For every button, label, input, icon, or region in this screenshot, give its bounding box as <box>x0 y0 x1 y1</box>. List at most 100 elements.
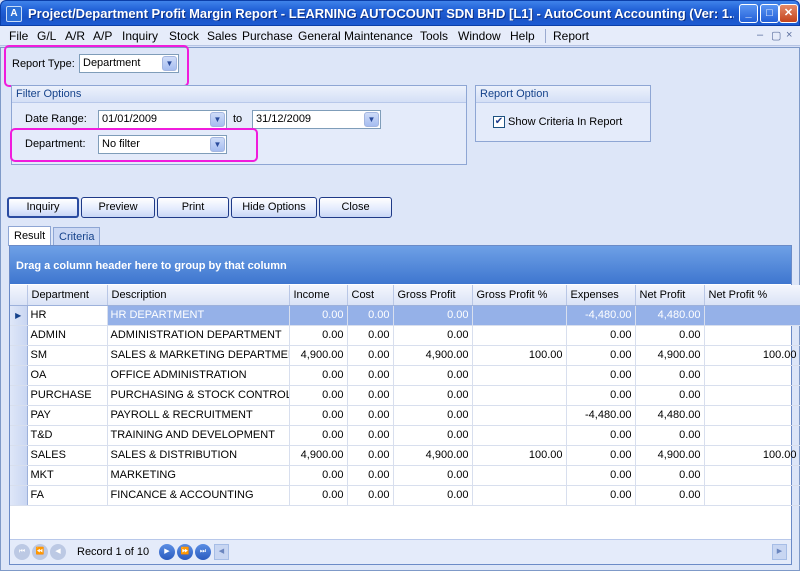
date-from-field[interactable]: 01/01/2009 ▼ <box>98 110 227 129</box>
table-cell[interactable]: PURCHASE <box>27 385 108 406</box>
chevron-down-icon[interactable]: ▼ <box>210 137 225 152</box>
table-cell[interactable]: 0.00 <box>566 345 636 366</box>
column-header-cost[interactable]: Cost <box>347 285 394 306</box>
table-cell[interactable]: 4,480.00 <box>635 405 705 426</box>
table-cell[interactable]: FINCANCE & ACCOUNTING <box>107 485 290 506</box>
department-filter-combo[interactable]: No filter ▼ <box>98 135 227 154</box>
table-cell[interactable]: MARKETING <box>107 465 290 486</box>
menu-window[interactable]: Window <box>458 29 501 43</box>
chevron-down-icon[interactable]: ▼ <box>162 56 177 71</box>
inquiry-button[interactable]: Inquiry <box>7 197 79 218</box>
table-cell[interactable] <box>472 405 567 426</box>
table-row[interactable]: ADMIN ADMINISTRATION DEPARTMENT 0.00 0.0… <box>10 325 800 346</box>
date-to-field[interactable]: 31/12/2009 ▼ <box>252 110 381 129</box>
table-cell[interactable]: MKT <box>27 465 108 486</box>
show-criteria-checkbox[interactable]: ✔ <box>493 116 505 128</box>
title-bar[interactable]: A Project/Department Profit Margin Repor… <box>0 0 800 26</box>
preview-button[interactable]: Preview <box>81 197 155 218</box>
table-cell[interactable]: 0.00 <box>566 445 636 466</box>
table-row[interactable]: FA FINCANCE & ACCOUNTING 0.00 0.00 0.00 … <box>10 485 800 506</box>
menu-tools[interactable]: Tools <box>420 29 448 43</box>
table-cell[interactable]: 100.00 <box>472 345 567 366</box>
table-cell[interactable]: 0.00 <box>635 365 705 386</box>
table-cell[interactable]: 0.00 <box>566 485 636 506</box>
table-row[interactable]: PAY PAYROLL & RECRUITMENT 0.00 0.00 0.00… <box>10 405 800 426</box>
menu-general-maintenance[interactable]: General Maintenance <box>298 29 413 43</box>
next-record-icon[interactable]: ▶ <box>159 544 175 560</box>
table-cell[interactable]: 4,900.00 <box>393 445 473 466</box>
table-cell[interactable]: PAY <box>27 405 108 426</box>
scroll-right-icon[interactable]: ▶ <box>772 544 787 560</box>
table-row[interactable]: T&D TRAINING AND DEVELOPMENT 0.00 0.00 0… <box>10 425 800 446</box>
table-cell[interactable]: 0.00 <box>393 425 473 446</box>
table-cell[interactable]: 0.00 <box>347 385 394 406</box>
table-cell[interactable]: 0.00 <box>347 325 394 346</box>
table-cell[interactable]: 0.00 <box>566 365 636 386</box>
menu-purchase[interactable]: Purchase <box>242 29 293 43</box>
table-cell[interactable]: 0.00 <box>393 325 473 346</box>
table-cell[interactable]: 0.00 <box>347 365 394 386</box>
table-cell[interactable]: 0.00 <box>347 425 394 446</box>
column-header-department[interactable]: Department <box>27 285 108 306</box>
table-cell[interactable] <box>472 325 567 346</box>
table-cell[interactable]: 0.00 <box>566 385 636 406</box>
last-record-icon[interactable]: ⏭ <box>195 544 211 560</box>
table-cell[interactable]: HR DEPARTMENT <box>107 305 290 326</box>
table-cell[interactable]: 4,900.00 <box>289 445 348 466</box>
table-cell[interactable]: 0.00 <box>289 305 348 326</box>
table-cell[interactable]: 0.00 <box>566 465 636 486</box>
table-cell[interactable]: 0.00 <box>347 485 394 506</box>
table-cell[interactable]: HR <box>27 305 108 326</box>
table-cell[interactable]: T&D <box>27 425 108 446</box>
column-header-income[interactable]: Income <box>289 285 348 306</box>
hide-options-button[interactable]: Hide Options <box>231 197 317 218</box>
table-cell[interactable]: 0.00 <box>393 465 473 486</box>
first-record-icon[interactable]: ⏮ <box>14 544 30 560</box>
table-cell[interactable]: 0.00 <box>347 465 394 486</box>
column-header-description[interactable]: Description <box>107 285 290 306</box>
table-cell[interactable]: 0.00 <box>347 345 394 366</box>
table-cell[interactable]: TRAINING AND DEVELOPMENT <box>107 425 290 446</box>
table-cell[interactable]: 0.00 <box>289 425 348 446</box>
table-cell[interactable]: SALES & MARKETING DEPARTMENT <box>107 345 290 366</box>
table-cell[interactable]: OA <box>27 365 108 386</box>
report-type-combo[interactable]: Department ▼ <box>79 54 179 73</box>
menu-help[interactable]: Help <box>510 29 535 43</box>
table-cell[interactable]: ADMINISTRATION DEPARTMENT <box>107 325 290 346</box>
table-cell[interactable]: ADMIN <box>27 325 108 346</box>
menu-report[interactable]: Report <box>553 29 589 43</box>
table-cell[interactable] <box>704 425 800 446</box>
table-cell[interactable]: 0.00 <box>635 485 705 506</box>
table-cell[interactable]: 4,900.00 <box>393 345 473 366</box>
column-header-net-profit[interactable]: Net Profit <box>635 285 705 306</box>
menu-stock[interactable]: Stock <box>169 29 199 43</box>
column-header-expenses[interactable]: Expenses <box>566 285 636 306</box>
prev-record-icon[interactable]: ◀ <box>50 544 66 560</box>
next-page-icon[interactable]: ⏩ <box>177 544 193 560</box>
table-cell[interactable]: 0.00 <box>289 465 348 486</box>
group-by-panel[interactable]: Drag a column header here to group by th… <box>10 246 791 284</box>
table-cell[interactable]: 100.00 <box>472 445 567 466</box>
table-cell[interactable]: 4,900.00 <box>635 345 705 366</box>
calendar-dropdown-icon[interactable]: ▼ <box>210 112 225 127</box>
menu-inquiry[interactable]: Inquiry <box>122 29 158 43</box>
table-cell[interactable]: 100.00 <box>704 345 800 366</box>
table-cell[interactable] <box>472 425 567 446</box>
table-cell[interactable]: 0.00 <box>289 385 348 406</box>
calendar-dropdown-icon[interactable]: ▼ <box>364 112 379 127</box>
table-cell[interactable]: 0.00 <box>393 485 473 506</box>
table-cell[interactable]: 0.00 <box>635 325 705 346</box>
close-button[interactable]: Close <box>319 197 392 218</box>
table-cell[interactable]: 0.00 <box>393 365 473 386</box>
scroll-left-icon[interactable]: ◀ <box>214 544 229 560</box>
table-cell[interactable]: PURCHASING & STOCK CONTROL <box>107 385 290 406</box>
column-header-gross-profit[interactable]: Gross Profit <box>393 285 473 306</box>
column-header-gross-profit-pct[interactable]: Gross Profit % <box>472 285 567 306</box>
table-cell[interactable]: 4,900.00 <box>635 445 705 466</box>
prev-page-icon[interactable]: ⏪ <box>32 544 48 560</box>
table-cell[interactable]: 0.00 <box>289 485 348 506</box>
tab-criteria[interactable]: Criteria <box>53 227 101 246</box>
table-cell[interactable]: SM <box>27 345 108 366</box>
table-row[interactable]: ▶ HR HR DEPARTMENT 0.00 0.00 0.00 -4,480… <box>10 305 800 326</box>
mdi-minimize-icon[interactable]: – <box>757 29 763 41</box>
